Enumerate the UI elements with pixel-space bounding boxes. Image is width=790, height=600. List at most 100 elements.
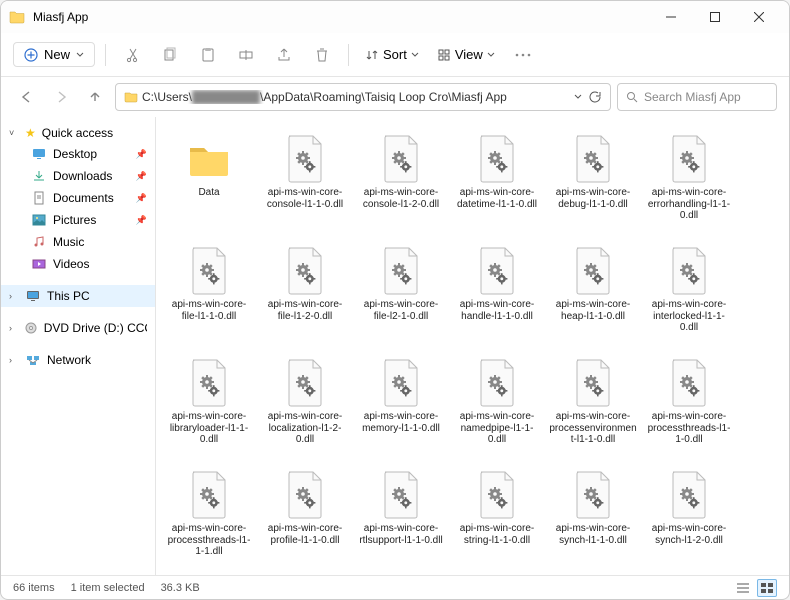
search-icon — [626, 91, 638, 103]
sidebar-documents[interactable]: Documents📌 — [1, 187, 155, 209]
file-item[interactable]: api-ms-win-core-libraryloader-l1-1-0.dll — [162, 351, 256, 461]
view-label: View — [455, 47, 483, 62]
file-item[interactable]: api-ms-win-core-processenvironment-l1-1-… — [546, 351, 640, 461]
back-button[interactable] — [13, 83, 41, 111]
address-bar: C:\Users\████████\AppData\Roaming\Taisiq… — [1, 77, 789, 117]
rename-icon[interactable] — [230, 39, 262, 71]
file-name-label: api-ms-win-core-console-l1-2-0.dll — [356, 187, 446, 210]
dll-file-icon — [474, 355, 520, 411]
file-item[interactable]: api-ms-win-core-errorhandling-l1-1-0.dll — [642, 127, 736, 237]
file-item[interactable]: api-ms-win-core-synch-l1-2-0.dll — [642, 463, 736, 573]
file-item[interactable]: api-ms-win-core-synch-l1-1-0.dll — [546, 463, 640, 573]
file-list[interactable]: Dataapi-ms-win-core-console-l1-1-0.dllap… — [156, 117, 789, 575]
file-name-label: api-ms-win-core-debug-l1-1-0.dll — [548, 187, 638, 210]
up-button[interactable] — [81, 83, 109, 111]
folder-item[interactable]: Data — [162, 127, 256, 237]
sort-button[interactable]: Sort — [359, 47, 425, 62]
dll-file-icon — [282, 243, 328, 299]
delete-icon[interactable] — [306, 39, 338, 71]
window-controls — [649, 1, 781, 33]
dll-file-icon — [378, 467, 424, 523]
file-item[interactable]: api-ms-win-core-heap-l1-1-0.dll — [546, 239, 640, 349]
file-name-label: api-ms-win-core-processthreads-l1-1-1.dl… — [164, 523, 254, 558]
refresh-icon[interactable] — [588, 90, 602, 104]
search-placeholder: Search Miasfj App — [644, 90, 741, 104]
file-name-label: api-ms-win-core-memory-l1-1-0.dll — [356, 411, 446, 434]
details-view-button[interactable] — [733, 579, 753, 597]
file-name-label: api-ms-win-core-file-l2-1-0.dll — [356, 299, 446, 322]
file-item[interactable]: api-ms-win-core-console-l1-1-0.dll — [258, 127, 352, 237]
status-selected: 1 item selected — [71, 582, 145, 594]
sidebar-downloads[interactable]: Downloads📌 — [1, 165, 155, 187]
file-item[interactable]: api-ms-win-core-profile-l1-1-0.dll — [258, 463, 352, 573]
file-item[interactable]: api-ms-win-core-namedpipe-l1-1-0.dll — [450, 351, 544, 461]
file-item[interactable]: api-ms-win-core-processthreads-l1-1-0.dl… — [642, 351, 736, 461]
sidebar: ˅★Quick access Desktop📌 Downloads📌 Docum… — [1, 117, 156, 575]
documents-icon — [31, 190, 47, 206]
sidebar-desktop[interactable]: Desktop📌 — [1, 143, 155, 165]
icons-view-button[interactable] — [757, 579, 777, 597]
sidebar-music[interactable]: Music — [1, 231, 155, 253]
view-button[interactable]: View — [431, 47, 501, 62]
file-item[interactable]: api-ms-win-core-memory-l1-1-0.dll — [354, 351, 448, 461]
forward-button[interactable] — [47, 83, 75, 111]
address-path: C:\Users\████████\AppData\Roaming\Taisiq… — [142, 90, 574, 104]
dll-file-icon — [666, 355, 712, 411]
copy-icon[interactable] — [154, 39, 186, 71]
sidebar-network[interactable]: ›Network — [1, 349, 155, 371]
file-item[interactable]: api-ms-win-core-file-l2-1-0.dll — [354, 239, 448, 349]
sidebar-dvd[interactable]: ›DVD Drive (D:) CCCC — [1, 317, 155, 339]
close-button[interactable] — [737, 1, 781, 33]
dvd-icon — [24, 320, 38, 336]
file-item[interactable]: api-ms-win-core-localization-l1-2-0.dll — [258, 351, 352, 461]
file-name-label: api-ms-win-core-string-l1-1-0.dll — [452, 523, 542, 546]
downloads-icon — [31, 168, 47, 184]
file-name-label: api-ms-win-core-namedpipe-l1-1-0.dll — [452, 411, 542, 446]
new-button[interactable]: New — [13, 42, 95, 67]
file-name-label: Data — [198, 187, 219, 199]
explorer-window: Miasfj App New Sort View — [0, 0, 790, 600]
network-icon — [25, 352, 41, 368]
dll-file-icon — [378, 355, 424, 411]
dll-file-icon — [186, 243, 232, 299]
file-name-label: api-ms-win-core-interlocked-l1-1-0.dll — [644, 299, 734, 334]
share-icon[interactable] — [268, 39, 300, 71]
file-name-label: api-ms-win-core-processenvironment-l1-1-… — [548, 411, 638, 446]
titlebar[interactable]: Miasfj App — [1, 1, 789, 33]
more-icon[interactable] — [507, 39, 539, 71]
file-name-label: api-ms-win-core-heap-l1-1-0.dll — [548, 299, 638, 322]
file-name-label: api-ms-win-core-rtlsupport-l1-1-0.dll — [356, 523, 446, 546]
file-item[interactable]: api-ms-win-core-file-l1-2-0.dll — [258, 239, 352, 349]
file-item[interactable]: api-ms-win-core-console-l1-2-0.dll — [354, 127, 448, 237]
folder-icon — [9, 9, 25, 25]
file-item[interactable]: api-ms-win-core-interlocked-l1-1-0.dll — [642, 239, 736, 349]
search-input[interactable]: Search Miasfj App — [617, 83, 777, 111]
file-item[interactable]: api-ms-win-core-rtlsupport-l1-1-0.dll — [354, 463, 448, 573]
sidebar-pictures[interactable]: Pictures📌 — [1, 209, 155, 231]
file-item[interactable]: api-ms-win-core-handle-l1-1-0.dll — [450, 239, 544, 349]
dll-file-icon — [474, 243, 520, 299]
file-name-label: api-ms-win-core-file-l1-2-0.dll — [260, 299, 350, 322]
paste-icon[interactable] — [192, 39, 224, 71]
maximize-button[interactable] — [693, 1, 737, 33]
folder-icon — [186, 131, 232, 187]
cut-icon[interactable] — [116, 39, 148, 71]
minimize-button[interactable] — [649, 1, 693, 33]
sidebar-videos[interactable]: Videos — [1, 253, 155, 275]
file-item[interactable]: api-ms-win-core-file-l1-1-0.dll — [162, 239, 256, 349]
desktop-icon — [31, 146, 47, 162]
address-input[interactable]: C:\Users\████████\AppData\Roaming\Taisiq… — [115, 83, 611, 111]
status-bar: 66 items 1 item selected 36.3 KB — [1, 575, 789, 599]
sidebar-this-pc[interactable]: ›This PC — [1, 285, 155, 307]
file-item[interactable]: api-ms-win-core-string-l1-1-0.dll — [450, 463, 544, 573]
file-item[interactable]: api-ms-win-core-datetime-l1-1-0.dll — [450, 127, 544, 237]
file-name-label: api-ms-win-core-file-l1-1-0.dll — [164, 299, 254, 322]
music-icon — [31, 234, 47, 250]
dll-file-icon — [570, 131, 616, 187]
dll-file-icon — [378, 243, 424, 299]
status-size: 36.3 KB — [161, 582, 200, 594]
file-item[interactable]: api-ms-win-core-debug-l1-1-0.dll — [546, 127, 640, 237]
file-item[interactable]: api-ms-win-core-processthreads-l1-1-1.dl… — [162, 463, 256, 573]
sidebar-quick-access[interactable]: ˅★Quick access — [1, 123, 155, 143]
dll-file-icon — [474, 467, 520, 523]
